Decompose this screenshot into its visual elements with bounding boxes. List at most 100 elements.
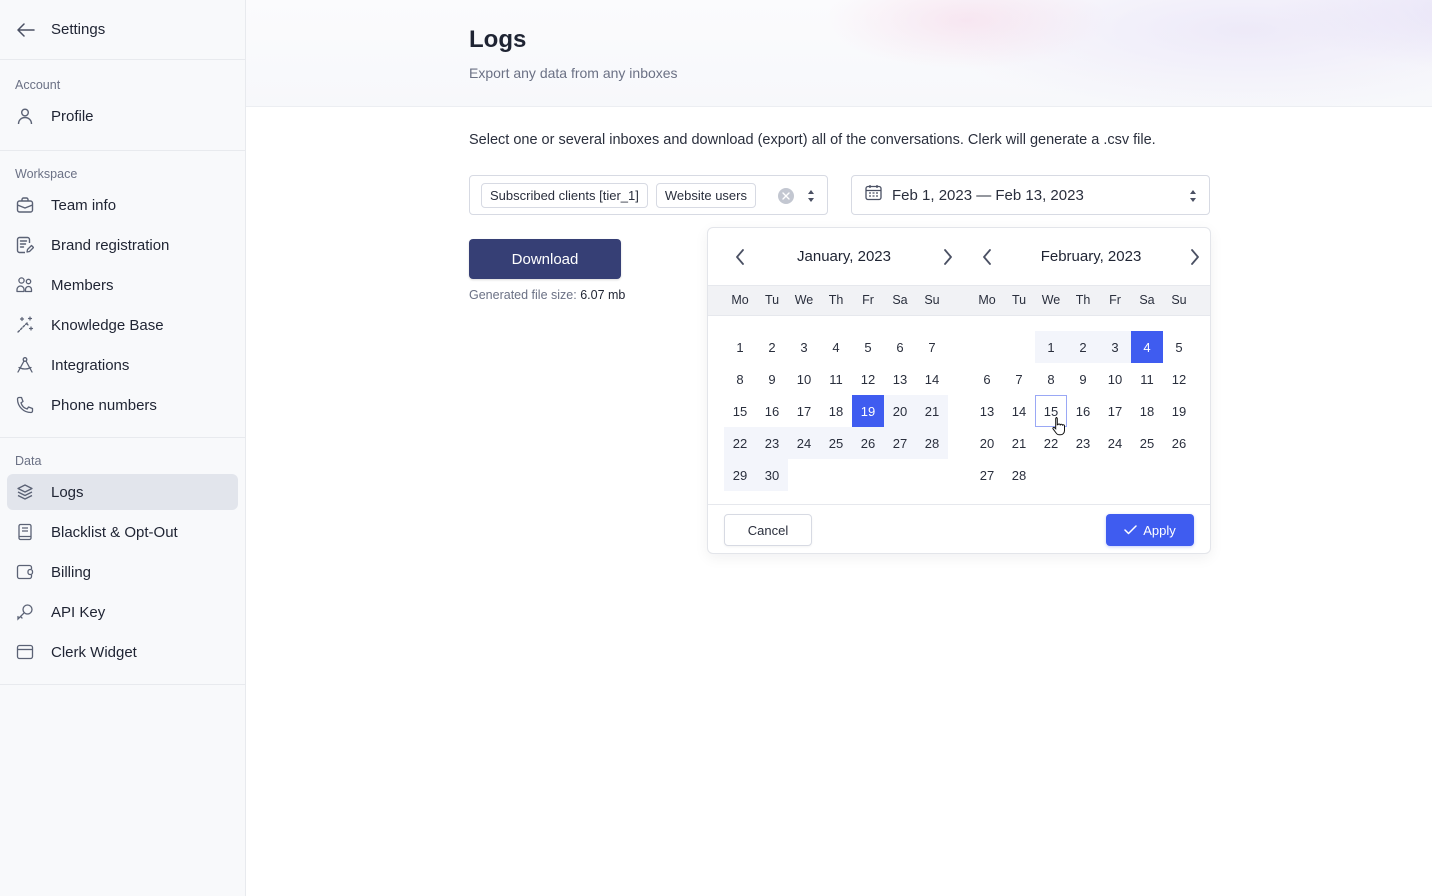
day-cell[interactable]: 26 xyxy=(852,427,884,459)
sidebar-item-phone-numbers[interactable]: Phone numbers xyxy=(7,387,238,423)
day-cell[interactable]: 21 xyxy=(1003,427,1035,459)
user-icon xyxy=(15,106,35,126)
calendar-header: February, 2023 xyxy=(971,228,1211,285)
day-cell[interactable]: 10 xyxy=(1099,363,1131,395)
day-cell[interactable]: 20 xyxy=(884,395,916,427)
day-cell[interactable]: 23 xyxy=(1067,427,1099,459)
day-cell[interactable]: 24 xyxy=(788,427,820,459)
day-cell[interactable]: 6 xyxy=(971,363,1003,395)
weekday-label: Th xyxy=(1075,293,1091,307)
sidebar-item-label: Profile xyxy=(51,107,94,125)
day-cell[interactable]: 30 xyxy=(756,459,788,491)
day-cell[interactable]: 2 xyxy=(1067,331,1099,363)
day-cell[interactable]: 7 xyxy=(1003,363,1035,395)
download-button[interactable]: Download xyxy=(469,239,621,279)
sidebar-item-team-info[interactable]: Team info xyxy=(7,187,238,223)
day-cell[interactable]: 13 xyxy=(884,363,916,395)
day-cell[interactable]: 11 xyxy=(1131,363,1163,395)
day-cell[interactable]: 15 xyxy=(1035,395,1067,427)
day-cell[interactable]: 27 xyxy=(971,459,1003,491)
inbox-multi-select[interactable]: Subscribed clients [tier_1] Website user… xyxy=(469,175,828,215)
day-cell[interactable]: 11 xyxy=(820,363,852,395)
day-cell[interactable]: 21 xyxy=(916,395,948,427)
day-cell[interactable]: 1 xyxy=(1035,331,1067,363)
day-cell[interactable]: 25 xyxy=(1131,427,1163,459)
weekday-label: Fr xyxy=(862,293,874,307)
day-cell[interactable]: 9 xyxy=(756,363,788,395)
day-cell[interactable]: 13 xyxy=(971,395,1003,427)
day-cell[interactable]: 16 xyxy=(756,395,788,427)
clear-selection-icon[interactable] xyxy=(778,188,794,204)
day-cell[interactable]: 22 xyxy=(724,427,756,459)
day-cell-selected[interactable]: 19 xyxy=(852,395,884,427)
chevron-left-icon[interactable] xyxy=(977,247,997,267)
chevron-right-icon[interactable] xyxy=(938,247,958,267)
day-cell[interactable]: 18 xyxy=(820,395,852,427)
day-cell[interactable]: 4 xyxy=(820,331,852,363)
day-cell[interactable]: 28 xyxy=(916,427,948,459)
calendar-header: January, 2023 xyxy=(724,228,964,285)
day-cell[interactable]: 6 xyxy=(884,331,916,363)
day-cell[interactable]: 3 xyxy=(788,331,820,363)
inbox-chip[interactable]: Website users xyxy=(655,182,756,208)
sidebar-item-api-key[interactable]: API Key xyxy=(7,594,238,630)
date-range-select[interactable]: Feb 1, 2023 — Feb 13, 2023 xyxy=(851,175,1210,215)
sidebar-item-knowledge-base[interactable]: Knowledge Base xyxy=(7,307,238,343)
sidebar-item-members[interactable]: Members xyxy=(7,267,238,303)
chevron-right-icon[interactable] xyxy=(1185,247,1205,267)
day-cell[interactable]: 5 xyxy=(852,331,884,363)
sidebar-item-clerk-widget[interactable]: Clerk Widget xyxy=(7,634,238,670)
day-cell[interactable]: 12 xyxy=(1163,363,1195,395)
sidebar-item-brand-registration[interactable]: Brand registration xyxy=(7,227,238,263)
day-cell[interactable]: 18 xyxy=(1131,395,1163,427)
day-cell[interactable]: 23 xyxy=(756,427,788,459)
cancel-button[interactable]: Cancel xyxy=(724,514,812,546)
day-cell[interactable]: 27 xyxy=(884,427,916,459)
inbox-chip[interactable]: Subscribed clients [tier_1] xyxy=(481,182,648,208)
arrow-left-icon[interactable] xyxy=(16,20,36,40)
day-cell[interactable]: 28 xyxy=(1003,459,1035,491)
weekday-label: We xyxy=(1041,293,1061,307)
day-cell[interactable]: 20 xyxy=(971,427,1003,459)
sidebar-item-profile[interactable]: Profile xyxy=(7,98,238,134)
select-arrows-icon xyxy=(1188,188,1198,204)
day-cell[interactable]: 10 xyxy=(788,363,820,395)
day-cell[interactable]: 22 xyxy=(1035,427,1067,459)
day-cell[interactable]: 9 xyxy=(1067,363,1099,395)
day-cell[interactable]: 14 xyxy=(916,363,948,395)
day-cell[interactable]: 5 xyxy=(1163,331,1195,363)
empty-day-cell xyxy=(971,331,1003,363)
layers-icon xyxy=(15,482,35,502)
key-icon xyxy=(15,602,35,622)
day-cell[interactable]: 24 xyxy=(1099,427,1131,459)
day-cell[interactable]: 1 xyxy=(724,331,756,363)
day-cell[interactable]: 17 xyxy=(1099,395,1131,427)
apply-button[interactable]: Apply xyxy=(1106,514,1194,546)
day-cell[interactable]: 15 xyxy=(724,395,756,427)
chevron-left-icon[interactable] xyxy=(730,247,750,267)
day-cell[interactable]: 29 xyxy=(724,459,756,491)
day-cell[interactable]: 19 xyxy=(1163,395,1195,427)
weekday-label: Fr xyxy=(1109,293,1121,307)
sidebar-item-logs[interactable]: Logs xyxy=(7,474,238,510)
day-cell[interactable]: 17 xyxy=(788,395,820,427)
day-cell[interactable]: 3 xyxy=(1099,331,1131,363)
day-cell[interactable]: 14 xyxy=(1003,395,1035,427)
file-size-info: Generated file size: 6.07 mb xyxy=(469,288,625,302)
sidebar-item-billing[interactable]: Billing xyxy=(7,554,238,590)
weekday-label: We xyxy=(794,293,814,307)
day-cell[interactable]: 25 xyxy=(820,427,852,459)
day-cell[interactable]: 26 xyxy=(1163,427,1195,459)
day-cell[interactable]: 12 xyxy=(852,363,884,395)
day-cell[interactable]: 8 xyxy=(1035,363,1067,395)
day-cell[interactable]: 7 xyxy=(916,331,948,363)
sidebar-item-blacklist[interactable]: Blacklist & Opt-Out xyxy=(7,514,238,550)
day-cell-selected[interactable]: 4 xyxy=(1131,331,1163,363)
export-description: Select one or several inboxes and downlo… xyxy=(469,132,1156,148)
day-cell[interactable]: 16 xyxy=(1067,395,1099,427)
sidebar-item-integrations[interactable]: Integrations xyxy=(7,347,238,383)
section-label: Account xyxy=(15,78,61,92)
day-cell[interactable]: 8 xyxy=(724,363,756,395)
weekday-label: Th xyxy=(828,293,844,307)
day-cell[interactable]: 2 xyxy=(756,331,788,363)
